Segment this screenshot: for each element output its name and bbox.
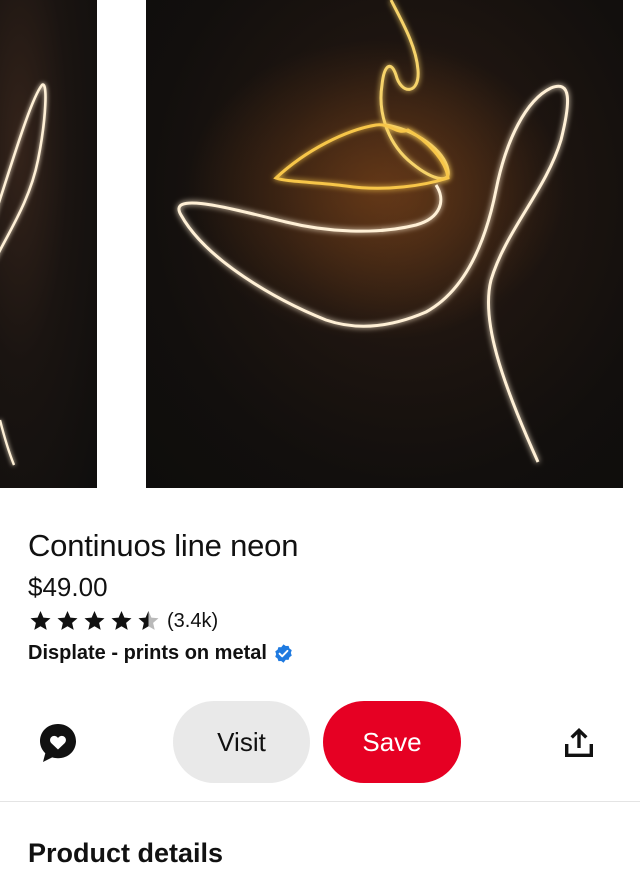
star-filled-icon (111, 611, 132, 630)
visit-button[interactable]: Visit (173, 701, 310, 783)
verified-badge-icon (275, 644, 292, 663)
seller-link[interactable]: Displate - prints on metal (28, 642, 618, 665)
star-filled-icon (57, 611, 78, 630)
save-button[interactable]: Save (323, 701, 461, 783)
carousel-image-previous[interactable] (0, 0, 97, 488)
neon-line-art-partial (0, 83, 47, 466)
product-price: $49.00 (28, 572, 108, 602)
star-half-icon (138, 611, 159, 630)
rating-count: (3.4k) (167, 609, 219, 632)
product-details-heading[interactable]: Product details (28, 838, 223, 869)
share-upload-icon[interactable] (560, 724, 598, 762)
star-filled-icon (84, 611, 105, 630)
product-rating[interactable]: (3.4k) (28, 606, 618, 636)
heart-chat-icon[interactable] (36, 721, 80, 765)
rating-stars (28, 609, 161, 633)
divider (0, 801, 640, 802)
image-carousel[interactable] (0, 0, 640, 488)
neon-line-face-lips (177, 0, 570, 463)
carousel-image-main[interactable] (146, 0, 623, 488)
action-bar: Visit Save (0, 700, 640, 784)
product-title: Continuos line neon (28, 528, 299, 563)
star-filled-icon (30, 611, 51, 630)
product-info: Continuos line neon $49.00 (3.4k) Displa… (28, 520, 618, 665)
seller-name[interactable]: Displate - prints on metal (28, 642, 267, 665)
